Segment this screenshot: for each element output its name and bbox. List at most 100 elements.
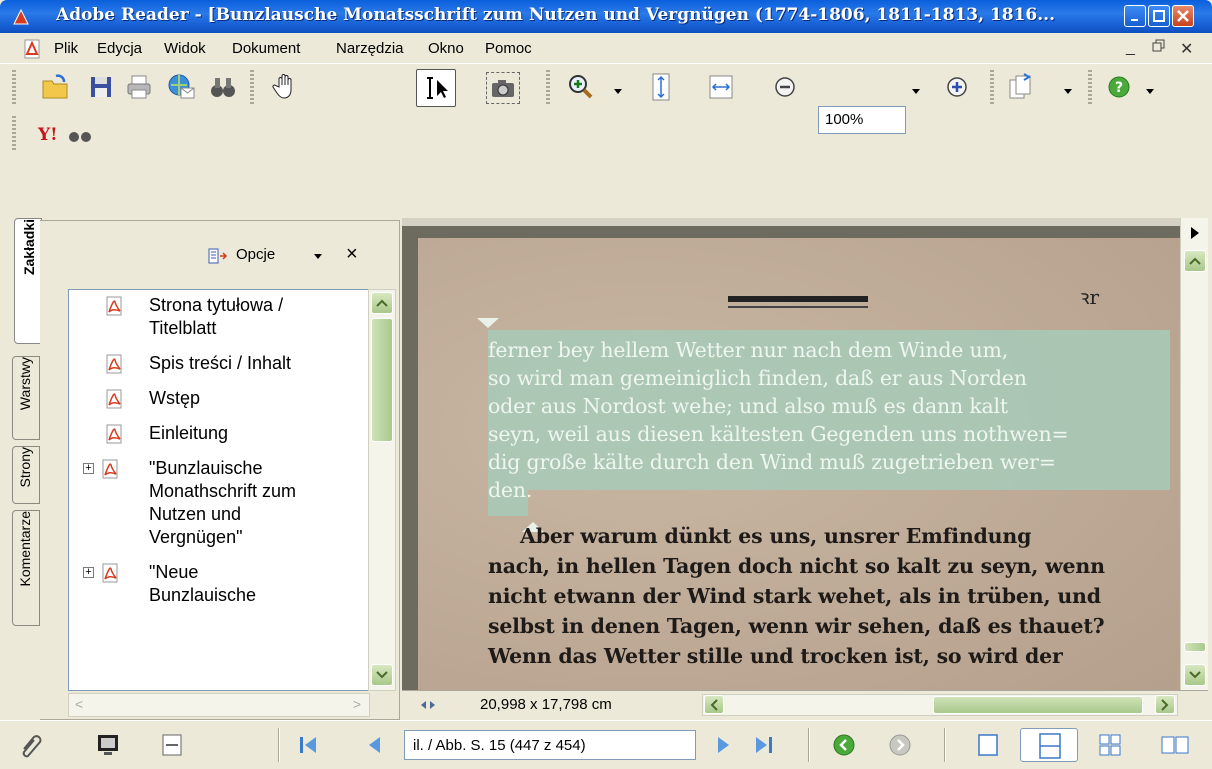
bookmark-item[interactable]: Strona tytułowa / Titelblatt [69, 294, 369, 344]
continuous-facing-view-icon[interactable] [1098, 733, 1122, 757]
go-forward-icon[interactable] [888, 733, 912, 757]
document-horizontal-scrollbar[interactable] [702, 694, 1178, 716]
go-back-icon[interactable] [832, 733, 856, 757]
full-screen-icon[interactable] [96, 733, 120, 757]
search-binoculars-icon[interactable] [208, 72, 238, 102]
help-dropdown-arrow[interactable] [1146, 89, 1154, 94]
zoom-in-icon[interactable] [566, 72, 596, 102]
tab-pages[interactable]: Strony [12, 446, 40, 504]
yahoo-search-icon[interactable]: Y! [36, 118, 114, 148]
doc-scroll-down-button[interactable] [1184, 664, 1206, 686]
pages-dropdown-arrow[interactable] [1064, 89, 1072, 94]
doc-scroll-left-button[interactable] [704, 695, 724, 714]
selected-text-line[interactable]: seyn, weil aus diesen kältesten Gegenden… [488, 422, 1069, 446]
bookmark-item[interactable]: Wstęp [69, 387, 369, 414]
doc-restore-button[interactable] [1152, 39, 1166, 58]
doc-scroll-right-button[interactable] [1155, 695, 1175, 714]
body-text-line[interactable]: Wenn das Wetter stille und trocken ist, … [488, 644, 1063, 668]
bookmark-vertical-scrollbar[interactable] [368, 289, 396, 691]
toolbar-grip[interactable] [250, 70, 254, 104]
bookmark-item[interactable]: Spis treści / Inhalt [69, 352, 369, 379]
doc-scroll-thumb[interactable] [1184, 642, 1206, 652]
menu-narzedzia[interactable]: Narzędzia [336, 40, 404, 57]
menu-dokument[interactable]: Dokument [232, 40, 300, 57]
doc-horizontal-thumb[interactable] [933, 696, 1143, 714]
toolbar-grip[interactable] [990, 70, 994, 104]
previous-page-icon[interactable] [362, 733, 386, 757]
tab-bookmarks[interactable]: Zakładki [14, 218, 42, 344]
options-menu[interactable]: Opcje [236, 246, 275, 263]
page-number-input[interactable]: il. / Abb. S. 15 (447 z 454) [404, 730, 696, 760]
toolbar-grip[interactable] [12, 116, 16, 150]
open-folder-icon[interactable] [40, 72, 70, 102]
fit-page-icon[interactable] [646, 72, 676, 102]
menu-widok[interactable]: Widok [164, 40, 206, 57]
attachment-paperclip-icon[interactable] [16, 729, 46, 759]
zoom-dropdown-arrow[interactable] [614, 89, 622, 94]
zoom-level-dropdown-arrow[interactable] [912, 89, 920, 94]
single-page-view-icon[interactable] [976, 733, 1000, 757]
print-icon[interactable] [124, 72, 154, 102]
zoom-level-input[interactable]: 100% [818, 106, 906, 134]
body-text-line[interactable]: nicht etwann der Wind stark wehet, als i… [488, 584, 1101, 608]
tab-comments[interactable]: Komentarze [12, 510, 40, 626]
first-page-icon[interactable] [296, 733, 320, 757]
facing-view-icon[interactable] [1160, 733, 1190, 757]
bookmark-item[interactable]: + "Neue Bunzlauische [69, 561, 369, 611]
scroll-down-button[interactable] [371, 664, 393, 686]
minimize-button[interactable] [1124, 5, 1146, 27]
help-icon[interactable]: ? [1104, 72, 1134, 102]
scroll-thumb[interactable] [371, 318, 393, 442]
body-text-line[interactable]: nach, in hellen Tagen doch nicht so kalt… [488, 554, 1105, 578]
menu-pomoc[interactable]: Pomoc [485, 40, 532, 57]
menu-okno[interactable]: Okno [428, 40, 464, 57]
last-page-icon[interactable] [752, 733, 776, 757]
snapshot-tool-button[interactable] [486, 72, 520, 104]
scroll-left-arrow-icon[interactable]: < [75, 696, 83, 712]
selected-text-line[interactable]: oder aus Nordost wehe; und also muß es d… [488, 394, 1008, 418]
bookmark-item[interactable]: Einleitung [69, 422, 369, 449]
toolbar-grip[interactable] [546, 70, 550, 104]
close-window-button[interactable] [1172, 5, 1194, 27]
bookmark-horizontal-scrollbar[interactable]: < > [68, 693, 370, 717]
hand-tool-icon[interactable] [270, 72, 300, 102]
page-layout-icon[interactable] [160, 733, 184, 757]
menu-plik[interactable]: Plik [54, 40, 78, 57]
scroll-right-arrow-icon[interactable]: > [353, 696, 361, 712]
select-tool-button[interactable] [416, 69, 456, 107]
continuous-view-button[interactable] [1020, 728, 1078, 762]
toolbar-grip[interactable] [1088, 70, 1092, 104]
next-page-icon[interactable] [712, 733, 736, 757]
doc-close-button[interactable]: ✕ [1180, 39, 1193, 59]
fit-width-icon[interactable] [706, 72, 736, 102]
toolbar-grip[interactable] [12, 70, 16, 104]
bookmark-options-icon[interactable] [208, 248, 228, 266]
doc-minimize-button[interactable]: _ [1126, 39, 1135, 57]
menu-edycja[interactable]: Edycja [97, 40, 142, 57]
selected-text-line[interactable]: den. [488, 478, 532, 502]
selected-text-line[interactable]: ferner bey hellem Wetter nur nach dem Wi… [488, 338, 1008, 362]
split-arrows-icon[interactable] [420, 699, 436, 711]
selection-start-caret[interactable] [477, 318, 499, 328]
bookmark-item[interactable]: + "Bunzlauische Monathschrift zum Nutzen un… [69, 457, 369, 553]
close-panel-button[interactable]: × [346, 243, 358, 266]
selected-text-line[interactable]: so wird man gemeiniglich finden, daß er … [488, 366, 1027, 390]
page-forward-arrow-icon[interactable] [1189, 226, 1201, 240]
rotate-pages-icon[interactable] [1006, 72, 1036, 102]
options-dropdown-arrow[interactable] [314, 254, 322, 259]
expand-toggle[interactable]: + [83, 567, 94, 578]
pdf-document-icon[interactable] [22, 39, 42, 59]
zoom-out-icon[interactable] [770, 72, 800, 102]
document-vertical-scrollbar[interactable] [1180, 218, 1208, 690]
zoom-in-plus-icon[interactable] [942, 72, 972, 102]
selected-text-line[interactable]: dig große kälte durch den Wind muß zuget… [488, 450, 1056, 474]
scroll-up-button[interactable] [371, 292, 393, 314]
body-text-line[interactable]: Aber warum dünkt es uns, unsrer Emfindun… [520, 524, 1031, 548]
body-text-line[interactable]: selbst in denen Tagen, wenn wir sehen, d… [488, 614, 1105, 638]
email-globe-icon[interactable] [166, 72, 196, 102]
save-icon[interactable] [86, 72, 116, 102]
tab-layers[interactable]: Warstwy [12, 356, 40, 440]
expand-toggle[interactable]: + [83, 463, 94, 474]
maximize-button[interactable] [1148, 5, 1170, 27]
doc-scroll-up-button[interactable] [1184, 250, 1206, 272]
